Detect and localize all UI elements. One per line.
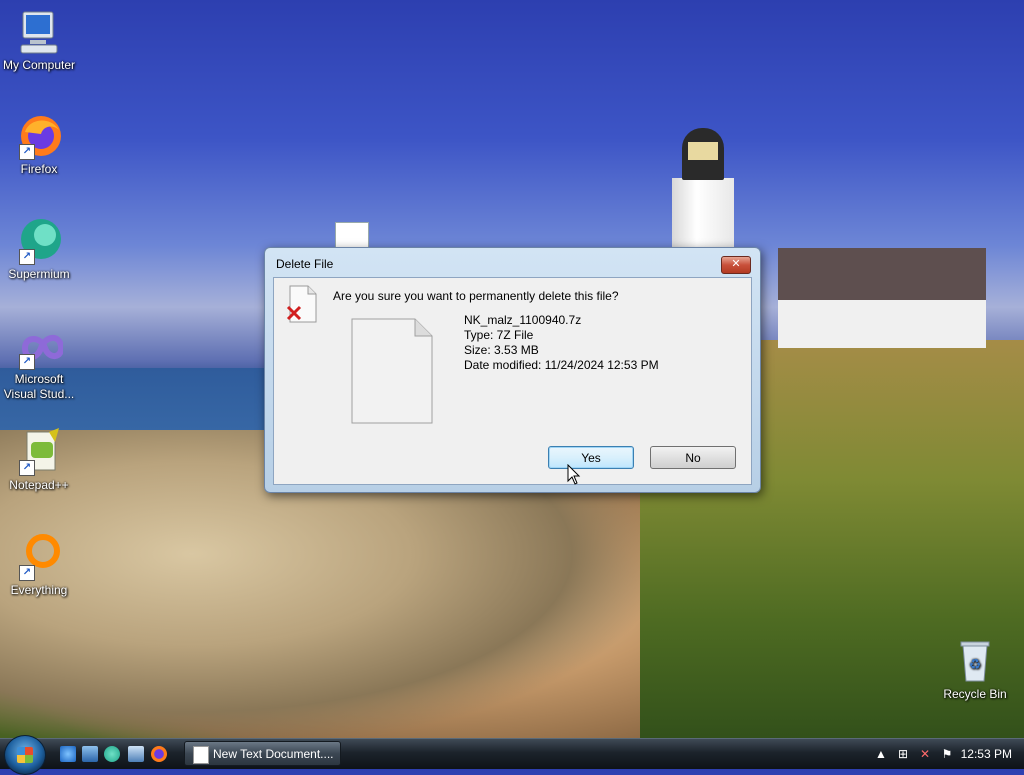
desktop-icon-my-computer[interactable]: My Computer [1, 8, 77, 73]
close-button[interactable]: ✕ [721, 256, 751, 274]
taskbar: New Text Document.... ▲ ⊞ ✕ ⚑ 12:53 PM [0, 735, 1024, 775]
file-name: NK_malz_1100940.7z [464, 313, 582, 327]
notepad-plus-plus-icon: ↗ [15, 428, 63, 476]
supermium-icon: ↗ [15, 217, 63, 265]
firefox-icon: ↗ [15, 112, 63, 160]
desktop-icon-label: Everything [10, 583, 68, 597]
desktop-icon-label: Microsoft Visual Stud... [3, 372, 75, 401]
svg-text:♻: ♻ [969, 656, 982, 672]
delete-file-icon [286, 285, 318, 323]
shortcut-arrow-icon: ↗ [19, 249, 35, 265]
file-size: Size: 3.53 MB [464, 343, 539, 357]
desktop-icon-supermium[interactable]: ↗ Supermium [1, 217, 77, 282]
desktop-icon-label: Notepad++ [9, 478, 69, 492]
internet-explorer-icon[interactable] [60, 746, 76, 762]
yes-button[interactable]: Yes [548, 446, 634, 469]
network-icon[interactable]: ⊞ [896, 747, 910, 761]
desktop-icon-notepad-plus-plus[interactable]: ↗ Notepad++ [1, 428, 77, 493]
no-button[interactable]: No [650, 446, 736, 469]
file-type: Type: 7Z File [464, 328, 534, 342]
desktop-file-icon[interactable] [335, 222, 369, 250]
everything-search-icon: ↗ [15, 533, 63, 581]
shortcut-arrow-icon: ↗ [19, 144, 35, 160]
action-center-flag-icon[interactable]: ⚑ [940, 747, 954, 761]
wallpaper-house-roof [778, 248, 986, 306]
delete-file-dialog: Delete File ✕ Are you sure you want to p… [264, 247, 761, 493]
desktop-icon-recycle-bin[interactable]: ♻ Recycle Bin [937, 637, 1013, 702]
taskbar-button-label: New Text Document.... [213, 747, 334, 761]
desktop-icon-visual-studio[interactable]: ↗ Microsoft Visual Stud... [1, 322, 77, 402]
system-tray: ▲ ⊞ ✕ ⚑ 12:53 PM [854, 739, 1024, 769]
shortcut-arrow-icon: ↗ [19, 354, 35, 370]
text-document-icon [193, 746, 209, 764]
show-hidden-icons-arrow-icon[interactable]: ▲ [874, 747, 888, 761]
start-button[interactable] [4, 735, 46, 775]
switch-windows-icon[interactable] [128, 746, 144, 762]
file-info: NK_malz_1100940.7z Type: 7Z File Size: 3… [464, 313, 659, 373]
desktop-icon-label: My Computer [2, 58, 76, 72]
show-desktop-icon[interactable] [82, 746, 98, 762]
visual-studio-icon: ↗ [15, 322, 65, 370]
volume-muted-icon[interactable]: ✕ [918, 747, 932, 761]
desktop-icon-firefox[interactable]: ↗ Firefox [1, 112, 77, 177]
taskbar-button-new-text-document[interactable]: New Text Document.... [184, 741, 341, 766]
desktop-icon-label: Recycle Bin [943, 687, 1007, 701]
firefox-icon[interactable] [151, 746, 167, 762]
wallpaper-house [778, 300, 986, 348]
desktop-icon-everything[interactable]: ↗ Everything [1, 533, 77, 598]
clock[interactable]: 12:53 PM [961, 747, 1012, 761]
shortcut-arrow-icon: ↗ [19, 460, 35, 476]
windows-logo-icon [17, 747, 33, 763]
desktop-icon-label: Firefox [20, 162, 58, 176]
mouse-cursor-icon [567, 464, 581, 485]
wallpaper-lighthouse [664, 108, 742, 258]
desktop-icon-label: Supermium [8, 267, 70, 281]
recycle-bin-icon: ♻ [951, 637, 999, 685]
supermium-icon[interactable] [104, 746, 120, 762]
confirm-question: Are you sure you want to permanently del… [333, 289, 619, 303]
dialog-title: Delete File [276, 257, 334, 271]
shortcut-arrow-icon: ↗ [19, 565, 35, 581]
my-computer-icon [15, 8, 63, 56]
file-preview-icon [351, 318, 433, 424]
file-date-modified: Date modified: 11/24/2024 12:53 PM [464, 358, 659, 372]
